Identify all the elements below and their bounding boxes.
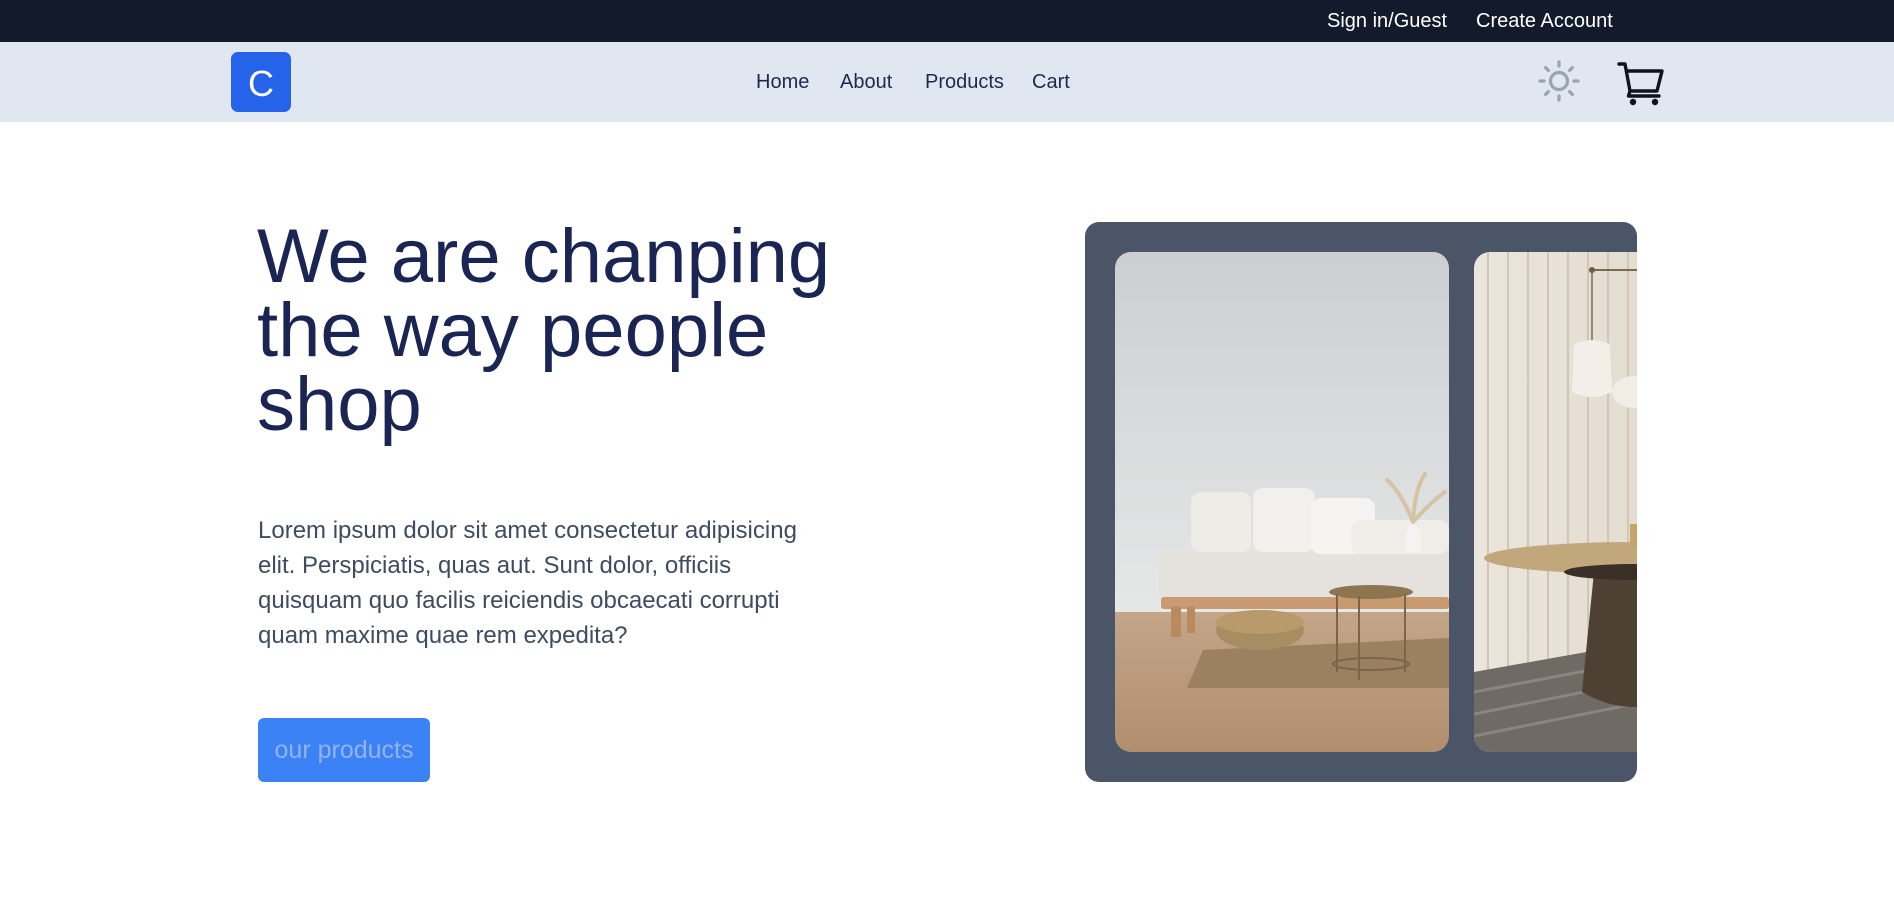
theme-toggle-button[interactable] bbox=[1536, 58, 1582, 104]
navbar: C Home About Products Cart bbox=[0, 42, 1894, 122]
carousel-slide bbox=[1474, 252, 1637, 752]
hero-description: Lorem ipsum dolor sit amet consectetur a… bbox=[258, 517, 797, 649]
nav-about-link[interactable]: About bbox=[840, 42, 892, 122]
nav-home-link[interactable]: Home bbox=[756, 42, 809, 122]
carousel-slide bbox=[1115, 252, 1449, 752]
nav-products-link[interactable]: Products bbox=[925, 42, 1004, 122]
dining-room-lamp-image bbox=[1474, 252, 1637, 752]
image-carousel[interactable] bbox=[1085, 222, 1637, 782]
hero-title: We are chanping the way people shop bbox=[257, 214, 831, 447]
cart-button[interactable] bbox=[1616, 58, 1666, 108]
top-bar: Sign in/Guest Create Account bbox=[0, 0, 1894, 42]
cart-icon bbox=[1617, 62, 1664, 106]
sign-in-link[interactable]: Sign in/Guest bbox=[1327, 0, 1447, 42]
living-room-sofa-image bbox=[1115, 252, 1449, 752]
nav-cart-link[interactable]: Cart bbox=[1032, 42, 1070, 122]
create-account-link[interactable]: Create Account bbox=[1476, 0, 1613, 42]
sun-icon bbox=[1538, 60, 1580, 102]
our-products-button[interactable]: our products bbox=[258, 718, 430, 782]
logo-button[interactable]: C bbox=[231, 52, 291, 112]
